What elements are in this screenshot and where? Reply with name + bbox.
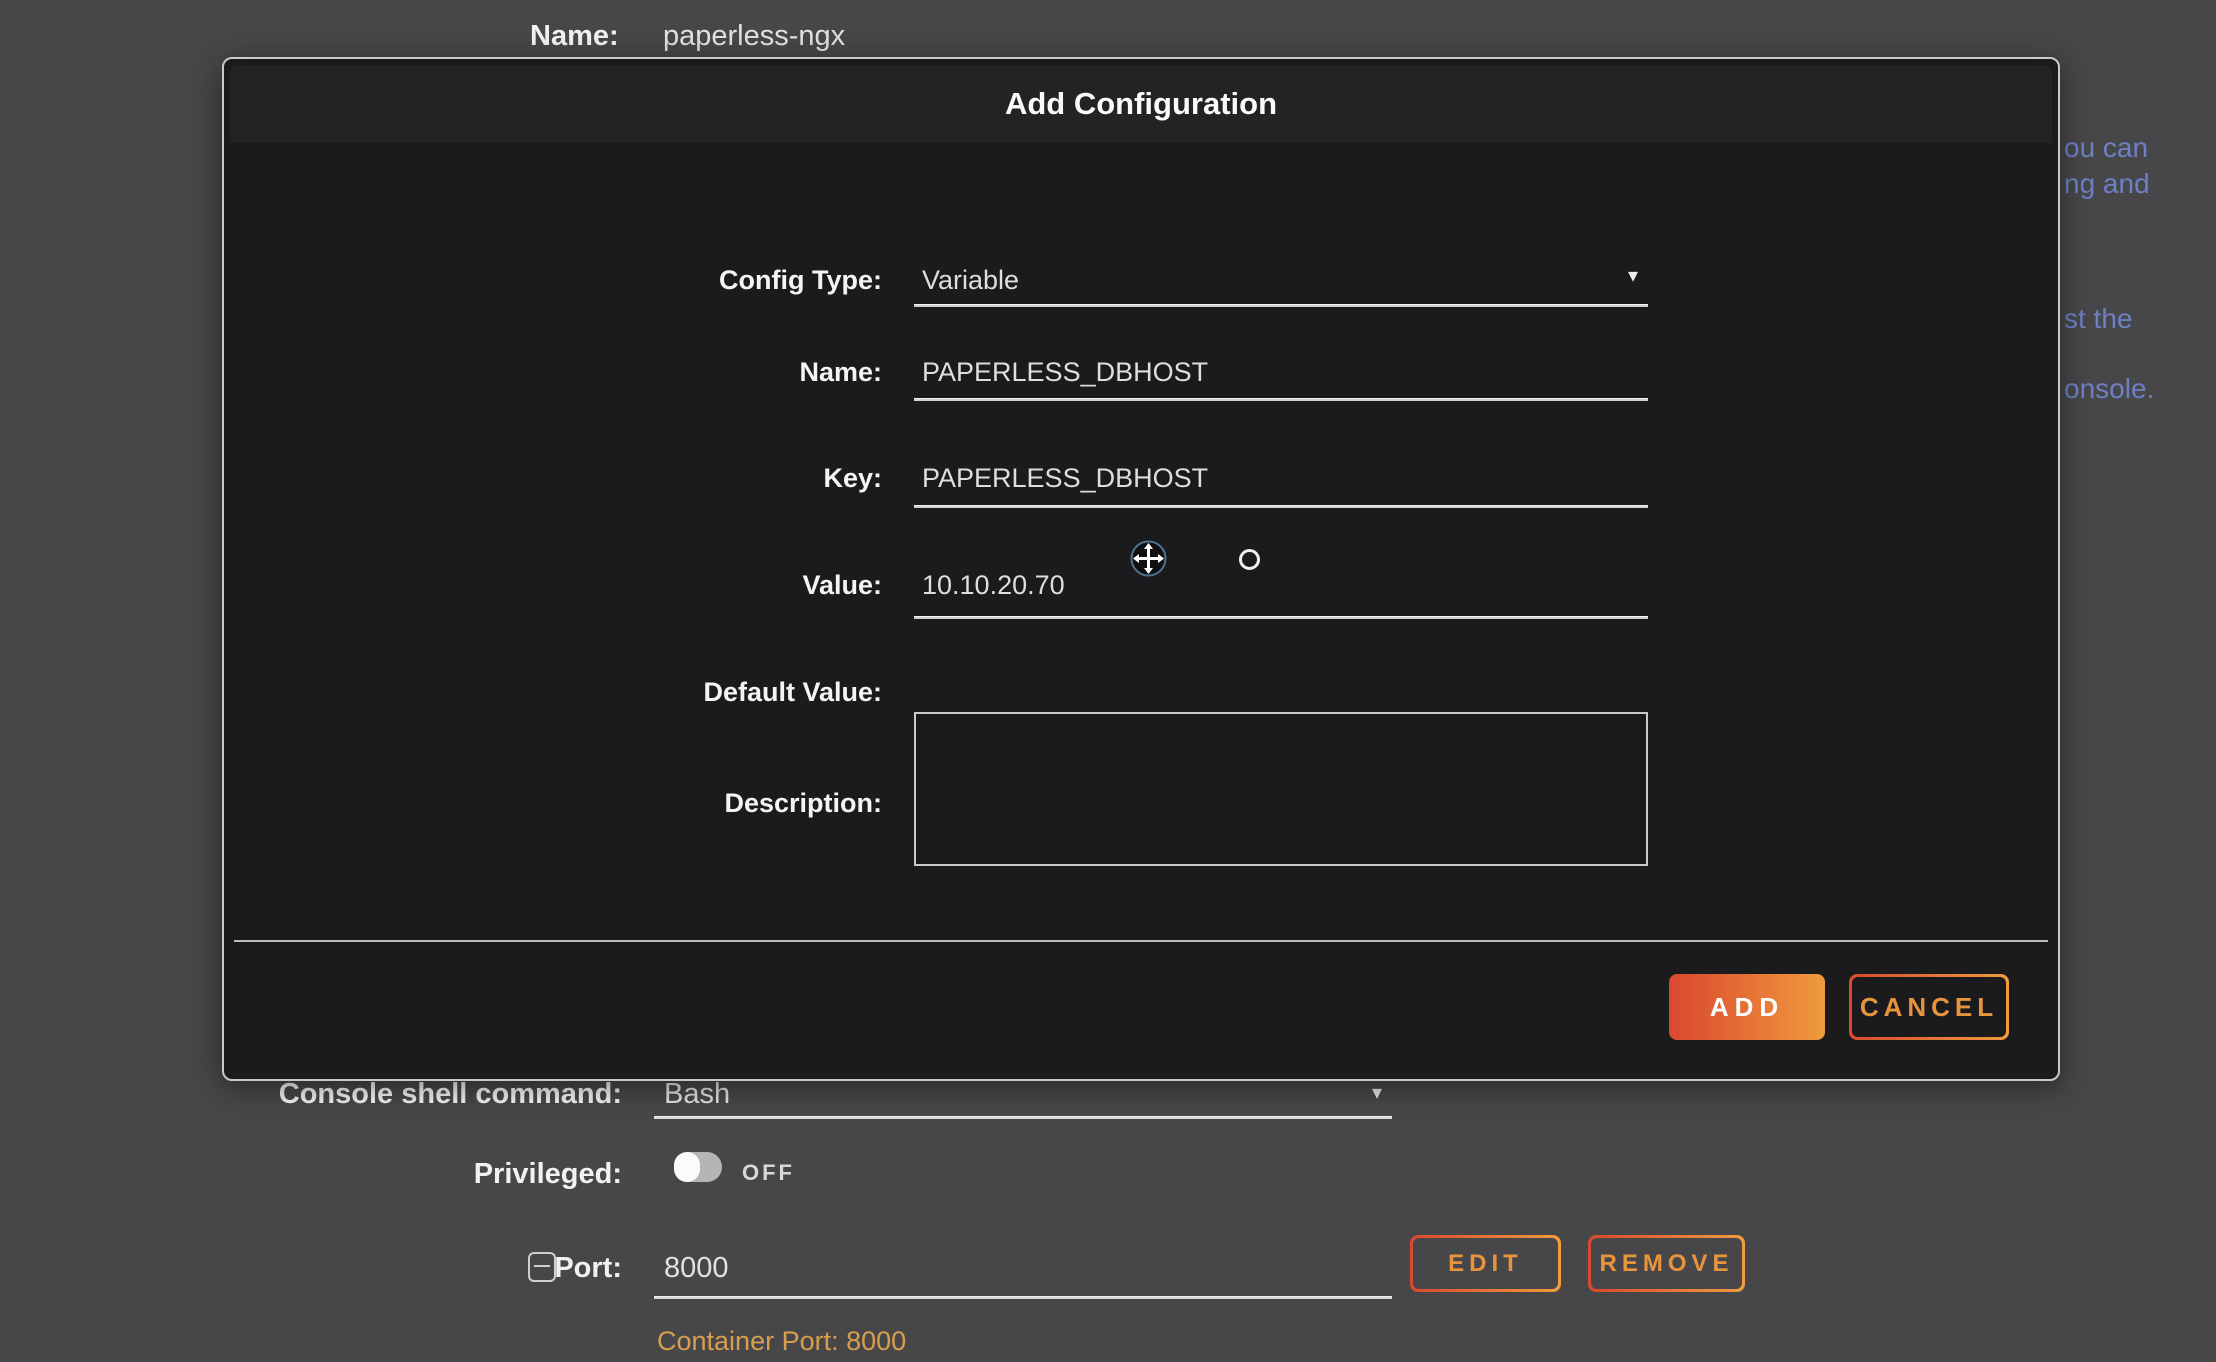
name-input[interactable]: PAPERLESS_DBHOST (922, 357, 1208, 388)
help-text-fragment: ng and (2064, 168, 2150, 200)
description-textarea[interactable] (914, 712, 1648, 866)
edit-button[interactable]: EDIT (1410, 1235, 1561, 1292)
value-input[interactable]: 10.10.20.70 (922, 570, 1065, 601)
dialog-header: Add Configuration (230, 65, 2052, 143)
privileged-toggle[interactable] (674, 1152, 722, 1182)
console-shell-select[interactable]: Bash (664, 1078, 730, 1111)
remove-button-label: REMOVE (1591, 1238, 1742, 1289)
cancel-button[interactable]: CANCEL (1849, 974, 2009, 1040)
footer-divider (234, 940, 2048, 942)
privileged-label: Privileged: (0, 1158, 622, 1191)
description-label: Description: (224, 788, 882, 819)
container-port-note: Container Port: 8000 (657, 1326, 906, 1357)
key-input[interactable]: PAPERLESS_DBHOST (922, 463, 1208, 494)
default-value-label: Default Value: (224, 677, 882, 708)
port-label: Port: (0, 1252, 622, 1285)
config-type-underline (914, 304, 1648, 307)
help-text-fragment: ou can (2064, 132, 2148, 164)
chevron-down-icon[interactable]: ▾ (1628, 263, 1638, 288)
help-text-fragment: st the (2064, 303, 2132, 335)
console-shell-label: Console shell command: (0, 1078, 622, 1111)
name-label: Name: (224, 357, 882, 388)
toggle-knob (674, 1152, 700, 1182)
edit-button-label: EDIT (1413, 1238, 1558, 1289)
docker-edit-page: Name: paperless-ngx ou can ng and st the… (0, 0, 2216, 1362)
config-type-label: Config Type: (224, 265, 882, 296)
cancel-button-label: CANCEL (1852, 977, 2006, 1037)
value-label: Value: (224, 570, 882, 601)
help-text-fragment: onsole. (2064, 373, 2154, 405)
add-button[interactable]: ADD (1669, 974, 1825, 1040)
privileged-state: OFF (742, 1160, 795, 1186)
console-shell-underline (654, 1116, 1392, 1119)
name-underline (914, 398, 1648, 401)
click-indicator-icon (1239, 549, 1260, 570)
value-underline (914, 616, 1648, 619)
chevron-down-icon[interactable]: ▾ (1372, 1080, 1382, 1105)
dialog-title: Add Configuration (1005, 86, 1277, 122)
key-label: Key: (224, 463, 882, 494)
bg-name-value[interactable]: paperless-ngx (663, 20, 845, 53)
move-cursor-icon (1130, 540, 1167, 577)
port-value[interactable]: 8000 (664, 1252, 729, 1285)
bg-name-label: Name: (530, 20, 619, 53)
port-underline (654, 1296, 1392, 1299)
remove-button[interactable]: REMOVE (1588, 1235, 1745, 1292)
key-underline (914, 505, 1648, 508)
config-type-select[interactable]: Variable (922, 265, 1019, 296)
